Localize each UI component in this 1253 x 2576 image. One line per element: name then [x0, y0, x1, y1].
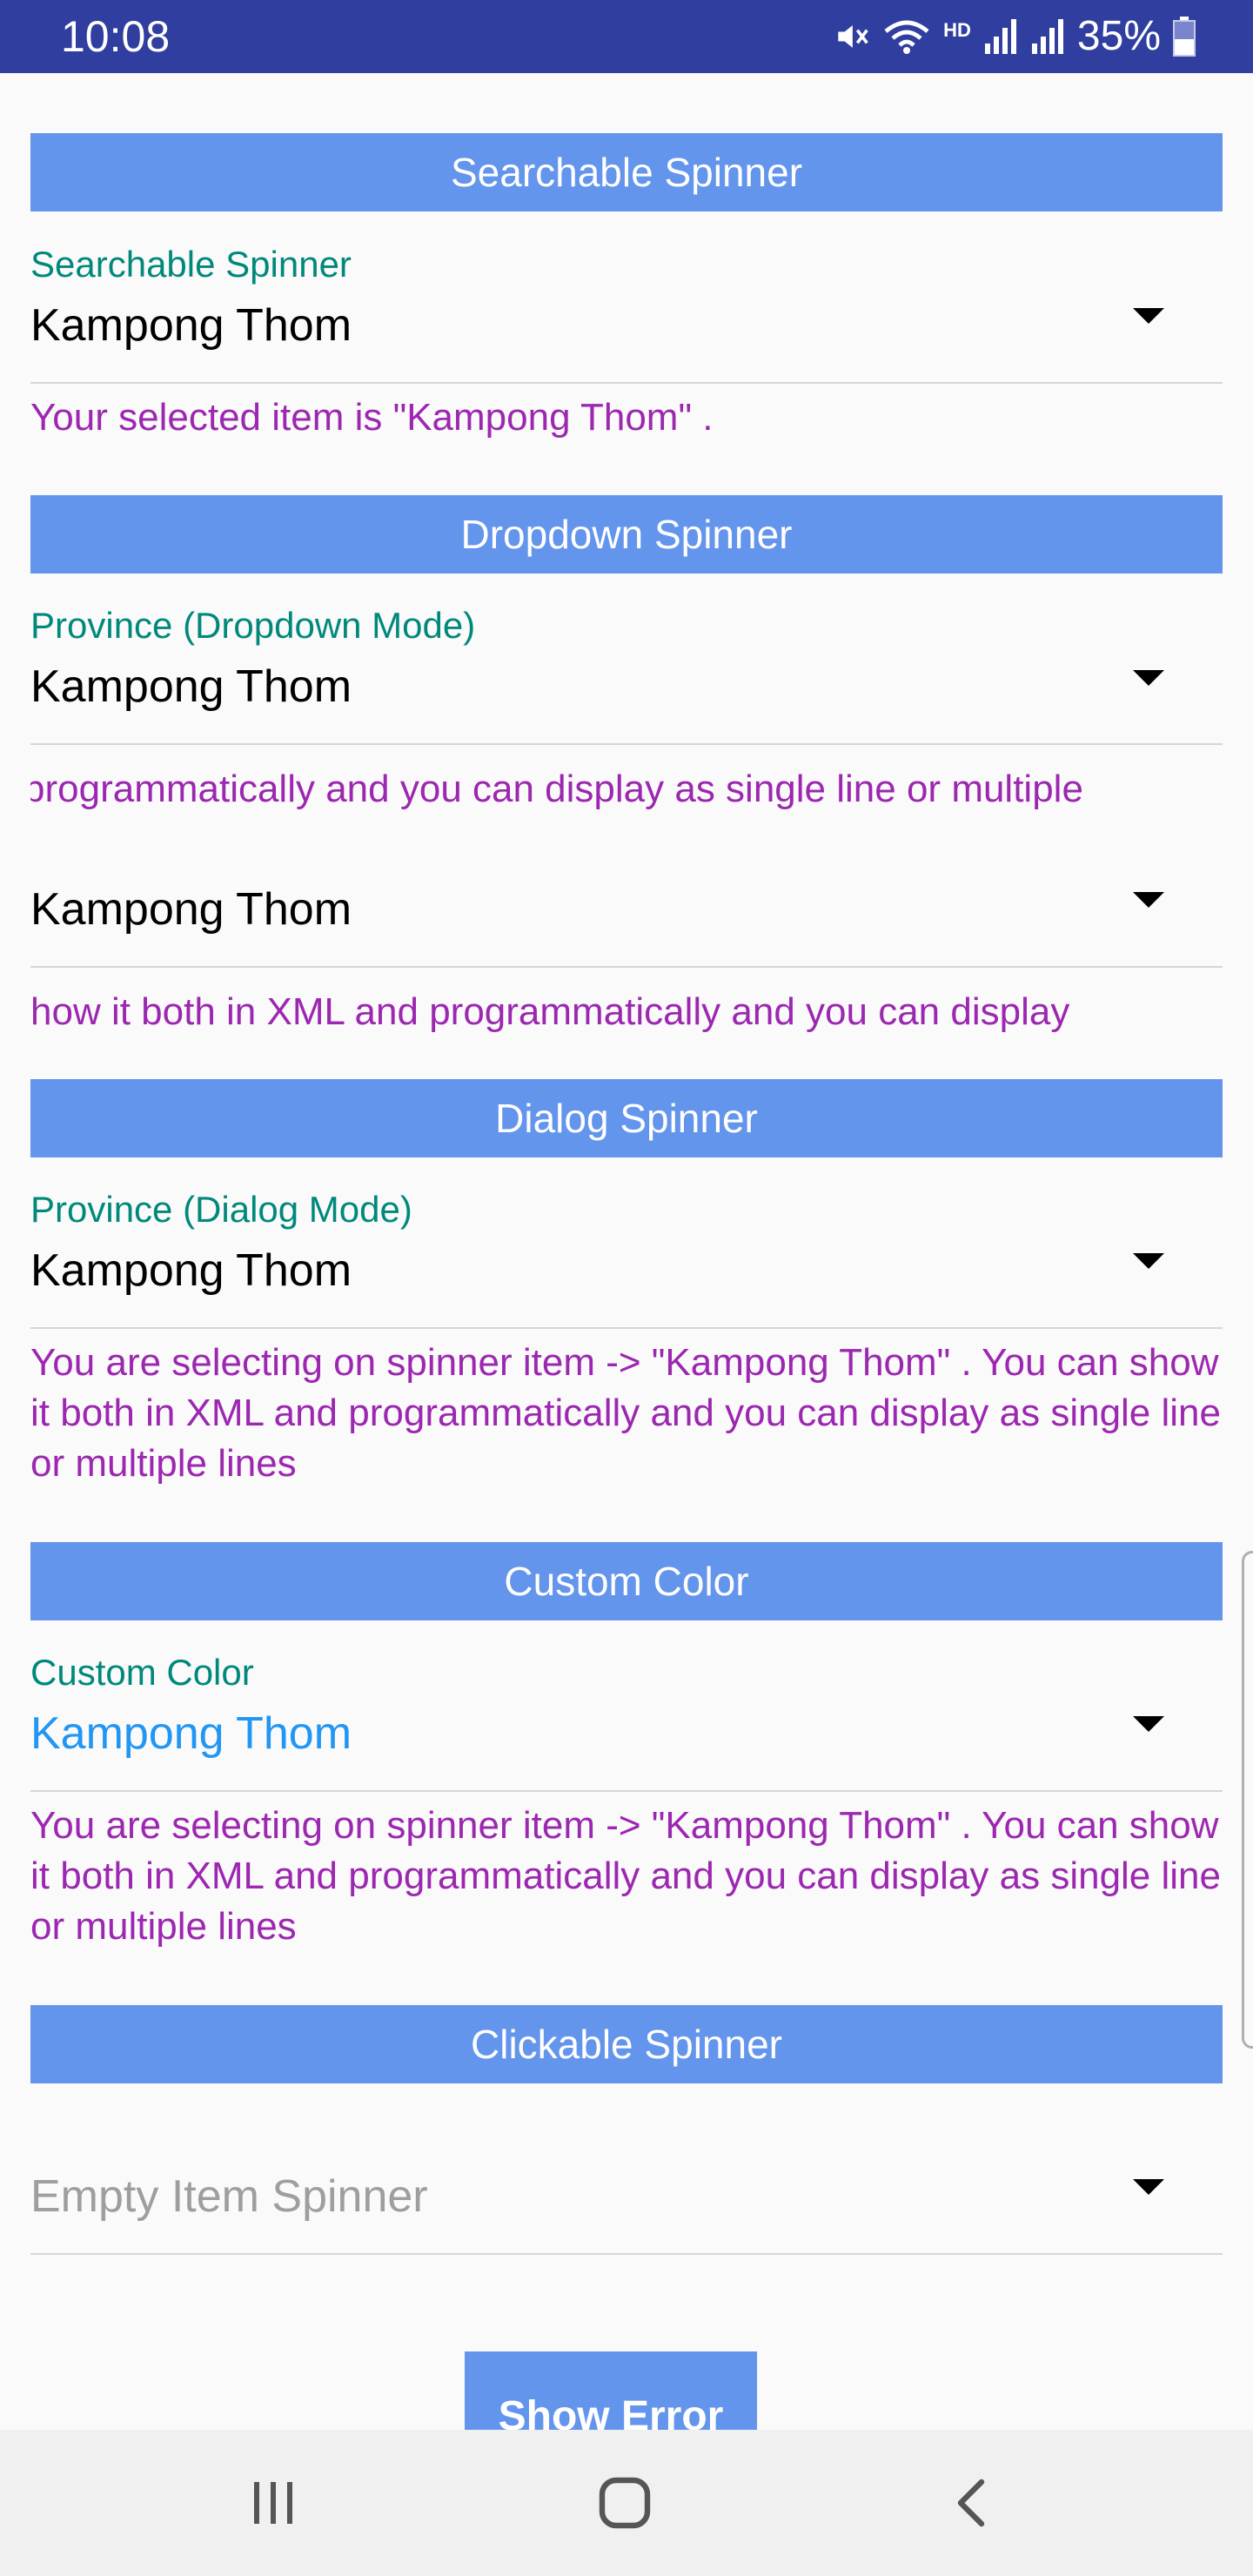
- custom-color-spinner-caret-icon[interactable]: [1133, 1716, 1164, 1732]
- back-icon[interactable]: [929, 2459, 1016, 2546]
- searchable-spinner-label: Searchable Spinner: [30, 244, 352, 285]
- scroll-indicator[interactable]: [1242, 1551, 1253, 2049]
- searchable-spinner-header: Searchable Spinner: [30, 133, 1223, 211]
- dialog-selected-message: You are selecting on spinner item -> "Ka…: [30, 1341, 1221, 1485]
- dialog-spinner-header: Dialog Spinner: [30, 1079, 1223, 1157]
- mute-icon: [832, 17, 870, 56]
- signal-icon: [1030, 17, 1065, 56]
- signal-icon: [983, 17, 1018, 56]
- searchable-spinner-underline: [30, 382, 1223, 384]
- wifi-icon: [882, 17, 931, 56]
- dropdown-spinner-2-caret-icon[interactable]: [1133, 892, 1164, 908]
- dropdown-spinner-2-value[interactable]: Kampong Thom: [30, 882, 352, 937]
- empty-item-spinner-hint[interactable]: Empty Item Spinner: [30, 2169, 428, 2224]
- dropdown-spinner-underline: [30, 743, 1223, 745]
- searchable-spinner-value[interactable]: Kampong Thom: [30, 298, 352, 353]
- battery-icon: [1173, 17, 1196, 57]
- empty-item-spinner-caret-icon[interactable]: [1133, 2179, 1164, 2195]
- dropdown-marquee-message-2: how it both in XML and programmatically …: [30, 990, 1070, 1033]
- dropdown-spinner-2-underline: [30, 966, 1223, 968]
- empty-item-spinner-underline: [30, 2253, 1223, 2255]
- dialog-spinner-value[interactable]: Kampong Thom: [30, 1243, 352, 1298]
- home-icon[interactable]: [581, 2459, 668, 2546]
- main-content: Searchable Spinner Searchable Spinner Ka…: [0, 73, 1253, 2430]
- custom-color-header: Custom Color: [30, 1542, 1223, 1620]
- searchable-selected-message: Your selected item is "Kampong Thom" .: [30, 396, 714, 439]
- custom-color-spinner-underline: [30, 1790, 1223, 1792]
- status-bar: 10:08 HD 35%: [0, 0, 1253, 73]
- dropdown-spinner-caret-icon[interactable]: [1133, 670, 1164, 686]
- network-type-label: HD: [943, 19, 971, 41]
- recent-apps-icon[interactable]: [230, 2459, 317, 2546]
- status-icons: HD 35%: [832, 9, 1196, 64]
- status-time: 10:08: [61, 12, 171, 61]
- dropdown-marquee-message: programmatically and you can display as …: [30, 768, 1083, 810]
- custom-color-spinner-label: Custom Color: [30, 1652, 254, 1693]
- show-error-button[interactable]: Show Error: [465, 2351, 757, 2430]
- dialog-spinner-underline: [30, 1327, 1223, 1329]
- clickable-spinner-header: Clickable Spinner: [30, 2005, 1223, 2083]
- dropdown-spinner-header: Dropdown Spinner: [30, 495, 1223, 574]
- battery-percent: 35%: [1076, 13, 1161, 59]
- searchable-spinner-caret-icon[interactable]: [1133, 308, 1164, 324]
- dialog-spinner-caret-icon[interactable]: [1133, 1253, 1164, 1269]
- dropdown-spinner-value[interactable]: Kampong Thom: [30, 659, 352, 714]
- navigation-bar: [0, 2430, 1253, 2576]
- dialog-spinner-label: Province (Dialog Mode): [30, 1189, 412, 1230]
- custom-color-selected-message: You are selecting on spinner item -> "Ka…: [30, 1804, 1221, 1948]
- custom-color-spinner-value[interactable]: Kampong Thom: [30, 1706, 352, 1761]
- dropdown-spinner-label: Province (Dropdown Mode): [30, 605, 476, 646]
